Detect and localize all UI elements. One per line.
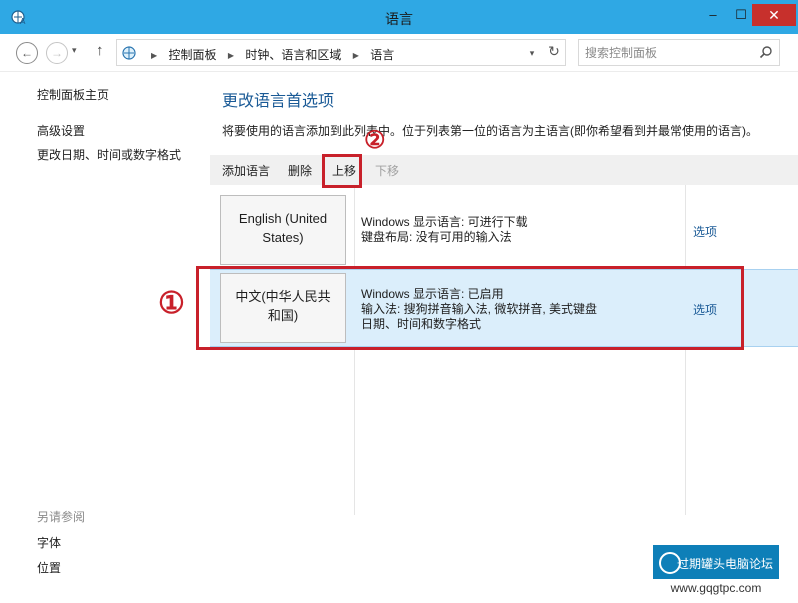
- language-tile[interactable]: English (United States): [220, 195, 346, 265]
- annotation-highlight-chinese-row: [196, 266, 744, 350]
- search-box[interactable]: [578, 39, 780, 66]
- options-link[interactable]: 选项: [693, 223, 717, 240]
- page-description: 将要使用的语言添加到此列表中。位于列表第一位的语言为主语言(即你希望看到并最常使…: [222, 124, 758, 138]
- watermark-url: www.gqgtpc.com: [653, 579, 779, 597]
- watermark-name: 过期罐头电脑论坛: [677, 557, 774, 571]
- chevron-right-icon[interactable]: ▶: [353, 51, 359, 60]
- maximize-button[interactable]: ☐: [728, 4, 754, 26]
- search-icon[interactable]: [759, 45, 773, 59]
- breadcrumb-language[interactable]: 语言: [370, 48, 394, 62]
- minimize-button[interactable]: –: [700, 4, 726, 26]
- chevron-right-icon[interactable]: ▶: [228, 51, 234, 60]
- sidebar-link-control-panel-home[interactable]: 控制面板主页: [37, 86, 109, 103]
- sidebar-link-fonts[interactable]: 字体: [37, 534, 61, 551]
- window-title: 语言: [385, 11, 413, 27]
- display-language-status: Windows 显示语言: 可进行下载: [361, 215, 528, 229]
- chevron-right-icon: ▶: [151, 51, 158, 60]
- language-list: English (United States) Windows 显示语言: 可进…: [210, 185, 798, 515]
- back-button[interactable]: ←: [16, 42, 38, 64]
- address-box[interactable]: ▶ 控制面板 ▶ 时钟、语言和区域 ▶ 语言 ▾ ↻: [116, 39, 566, 66]
- chevron-down-icon: ▾: [529, 48, 535, 58]
- language-info: Windows 显示语言: 可进行下载 键盘布局: 没有可用的输入法: [361, 215, 528, 245]
- address-history-dropdown[interactable]: ▾: [523, 45, 541, 61]
- address-toolbar: ← → ▾ ↑ ▶ 控制面板 ▶ 时钟、语言和区域 ▶ 语言 ▾ ↻: [0, 34, 798, 72]
- language-detail: 键盘布局: 没有可用的输入法: [361, 230, 512, 244]
- move-down-button[interactable]: 下移: [375, 162, 399, 179]
- sidebar-link-change-date-format[interactable]: 更改日期、时间或数字格式: [37, 146, 181, 163]
- control-panel-icon: [122, 46, 136, 60]
- breadcrumb: ▶ 控制面板 ▶ 时钟、语言和区域 ▶ 语言: [143, 46, 394, 63]
- title-bar[interactable]: A 语言 – ☐ ✕: [0, 0, 798, 34]
- arrow-right-icon: →: [51, 46, 63, 60]
- arrow-up-icon: ↑: [96, 42, 104, 59]
- forward-button[interactable]: →: [46, 42, 68, 64]
- chevron-down-icon: ▾: [72, 45, 77, 55]
- annotation-marker-2: ②: [364, 125, 386, 154]
- language-row-english[interactable]: English (United States) Windows 显示语言: 可进…: [210, 191, 798, 269]
- refresh-button[interactable]: ↻: [545, 43, 563, 61]
- annotation-highlight-move-up: [322, 154, 362, 188]
- remove-button[interactable]: 删除: [288, 162, 312, 179]
- refresh-icon: ↻: [548, 43, 560, 59]
- page-title: 更改语言首选项: [222, 93, 335, 110]
- language-toolbar: 添加语言 删除 上移 下移: [210, 155, 798, 185]
- search-input[interactable]: [585, 44, 755, 62]
- breadcrumb-clock-language-region[interactable]: 时钟、语言和区域: [245, 48, 341, 62]
- close-button[interactable]: ✕: [752, 4, 796, 26]
- add-language-button[interactable]: 添加语言: [222, 162, 270, 179]
- recent-locations-dropdown[interactable]: ▾: [72, 45, 77, 56]
- arrow-left-icon: ←: [21, 46, 33, 60]
- annotation-marker-1: ①: [158, 286, 185, 321]
- sidebar-link-advanced-settings[interactable]: 高级设置: [37, 122, 85, 139]
- sidebar-link-location[interactable]: 位置: [37, 559, 61, 576]
- site-watermark: 过期罐头电脑论坛 www.gqgtpc.com: [653, 545, 779, 597]
- see-also-heading: 另请参阅: [37, 510, 86, 524]
- breadcrumb-control-panel[interactable]: 控制面板: [169, 48, 217, 62]
- up-button[interactable]: ↑: [96, 42, 104, 59]
